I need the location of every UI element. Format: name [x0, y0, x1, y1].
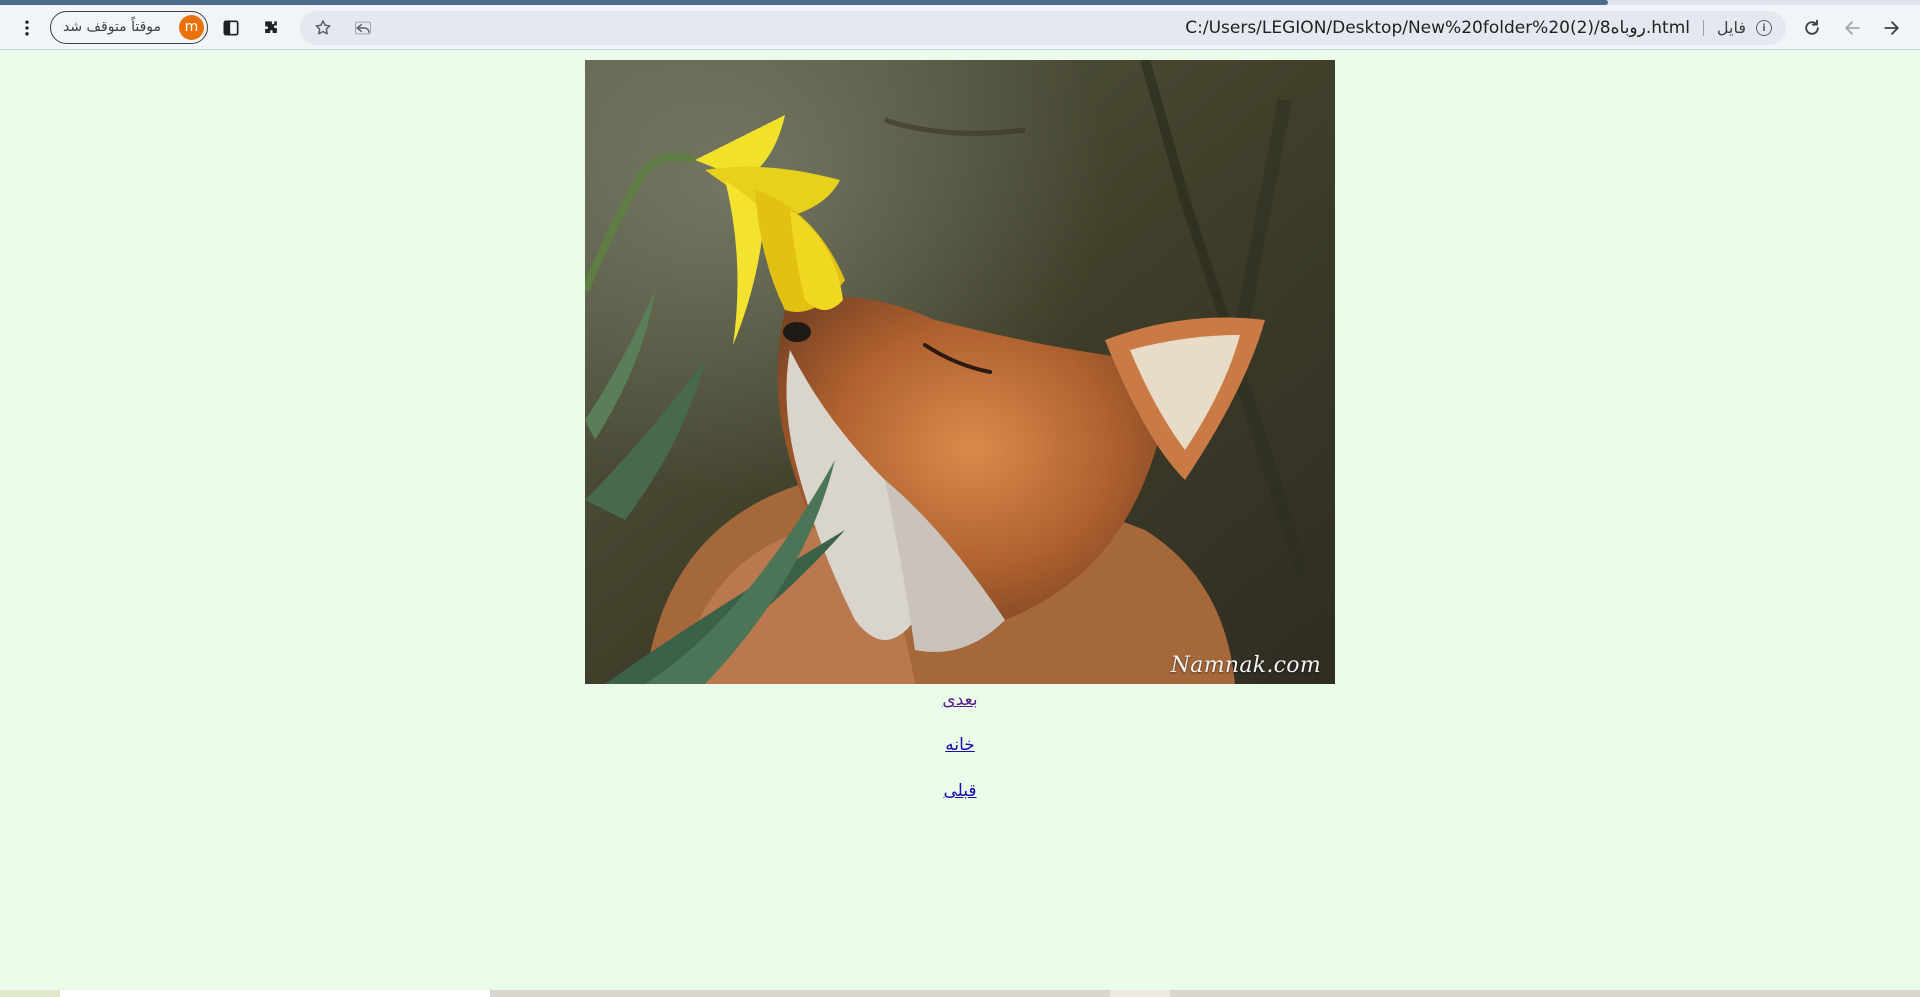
side-panel-button[interactable]: [215, 12, 247, 44]
site-info-icon[interactable]: i: [1756, 20, 1772, 36]
previous-link-row: قبلی: [0, 781, 1920, 801]
extensions-button[interactable]: [255, 12, 287, 44]
side-panel-icon: [223, 20, 239, 36]
photo-watermark: Namnak.com: [1170, 653, 1321, 678]
bookmark-star-icon[interactable]: [308, 13, 338, 43]
taskbar-segment: [1110, 990, 1170, 997]
profile-status-text: موقتاً متوقف شد: [63, 19, 162, 35]
arrow-left-icon: [1845, 21, 1860, 35]
profile-button[interactable]: موقتاً متوقف شد m: [50, 11, 208, 44]
reload-icon: [1805, 19, 1819, 35]
next-link[interactable]: بعدی: [942, 690, 977, 710]
previous-link[interactable]: قبلی: [943, 781, 976, 801]
menu-button[interactable]: [11, 12, 43, 44]
home-link[interactable]: خانه: [945, 735, 975, 755]
taskbar-segment: [0, 990, 60, 997]
fox-photo: Namnak.com: [585, 60, 1335, 684]
kebab-menu-icon: [25, 20, 29, 36]
avatar: m: [179, 15, 204, 40]
address-separator: [1703, 20, 1704, 36]
arrow-right-icon: [1884, 21, 1899, 35]
taskbar-segment: [60, 990, 490, 997]
url-text[interactable]: C:/Users/LEGION/Desktop/New%20folder%20(…: [1185, 11, 1690, 45]
home-link-row: خانه: [0, 735, 1920, 755]
share-icon[interactable]: [348, 13, 378, 43]
fox-image: [585, 60, 1335, 684]
url-scheme-label: فایل: [1716, 18, 1746, 37]
puzzle-icon: [265, 21, 277, 33]
browser-toolbar: i فایل C:/Users/LEGION/Desktop/New%20fol…: [0, 5, 1920, 50]
address-bar[interactable]: i فایل C:/Users/LEGION/Desktop/New%20fol…: [300, 11, 1786, 45]
back-button[interactable]: [1836, 12, 1868, 44]
reload-button[interactable]: [1796, 12, 1828, 44]
bottom-taskbar-strip: [0, 990, 1920, 997]
forward-button[interactable]: [1876, 12, 1908, 44]
next-link-row: بعدی: [0, 690, 1920, 710]
